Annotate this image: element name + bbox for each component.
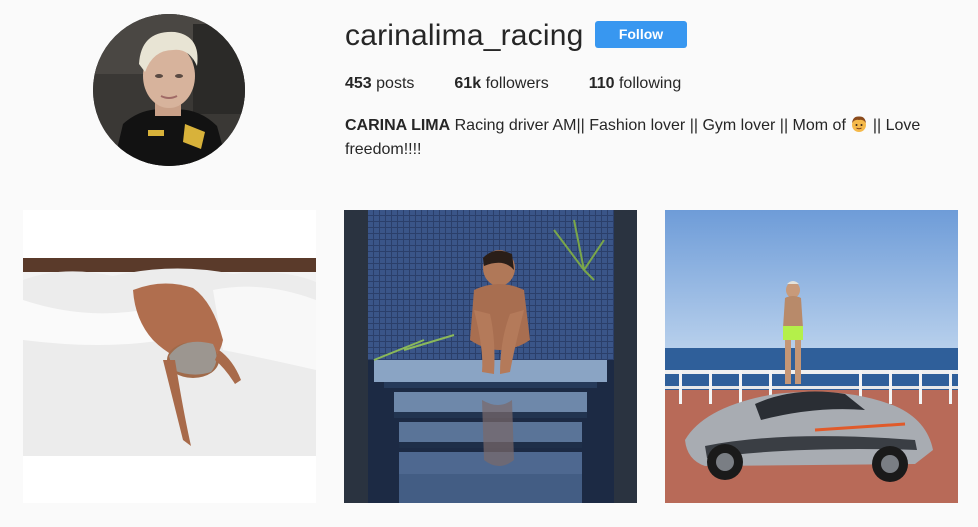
following-stat[interactable]: 110 following: [589, 74, 682, 94]
profile-page: carinalima_racing Follow 453 posts 61k f…: [0, 0, 978, 527]
bio-text: Racing driver AM|| Fashion lover || Gym …: [454, 117, 846, 134]
followers-label: followers: [485, 75, 549, 92]
post-thumbnail[interactable]: [344, 210, 637, 503]
profile-bio: CARINA LIMA Racing driver AM|| Fashion l…: [345, 114, 945, 162]
follow-button[interactable]: Follow: [595, 21, 687, 48]
posts-count: 453: [345, 75, 372, 92]
following-count: 110: [588, 75, 615, 92]
post-thumbnail[interactable]: [665, 210, 958, 503]
avatar-photo: [93, 14, 245, 166]
photo-woman-lying-on-bed-icon: [23, 210, 316, 503]
boy-face-emoji-icon: [852, 116, 867, 132]
profile-stats: 453 posts 61k followers 110 following: [345, 74, 721, 94]
bio-full-name: CARINA LIMA: [345, 117, 451, 134]
post-thumbnail[interactable]: [23, 210, 316, 503]
followers-count: 61k: [454, 75, 482, 92]
profile-username: carinalima_racing: [345, 19, 584, 52]
photo-woman-standing-on-supercar-icon: [665, 210, 958, 503]
photo-woman-sitting-in-mosaic-pool-icon: [344, 210, 637, 503]
followers-stat[interactable]: 61k followers: [454, 74, 548, 94]
posts-stat: 453 posts: [345, 74, 414, 94]
following-label: following: [618, 75, 682, 92]
profile-avatar[interactable]: [93, 14, 245, 166]
posts-label: posts: [376, 75, 415, 92]
